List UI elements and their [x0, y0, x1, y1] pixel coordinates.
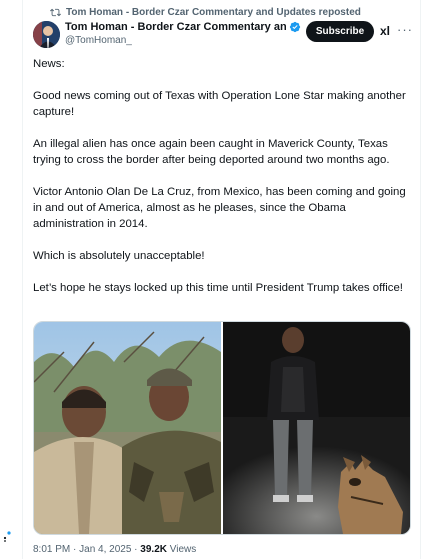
tweet-meta: 8:01 PM · Jan 4, 2025 · 39.2K Views: [33, 544, 196, 555]
tweet-paragraph: Which is absolutely unacceptable!: [33, 250, 205, 262]
timeline-left-border: [22, 0, 23, 559]
more-options-icon[interactable]: ···: [397, 22, 413, 37]
timeline-right-border: [420, 0, 421, 559]
photo-man-at-night-with-dog[interactable]: [223, 322, 410, 534]
tweet-paragraph: Good news coming out of Texas with Opera…: [33, 90, 406, 118]
tweet-date[interactable]: Jan 4, 2025: [79, 544, 131, 555]
repost-banner[interactable]: Tom Homan - Border Czar Commentary and U…: [50, 7, 361, 18]
views-label: Views: [166, 544, 197, 555]
tweet-paragraph: An illegal alien has once again been cau…: [33, 138, 390, 166]
tweet-media-grid[interactable]: [33, 321, 411, 535]
views-count: 39.2K: [140, 544, 167, 555]
author-handle[interactable]: @TomHoman_: [65, 35, 132, 46]
verified-badge-icon: [289, 21, 301, 33]
avatar-image: [33, 21, 60, 48]
author-name-row[interactable]: Tom Homan - Border Czar Commentary and U…: [65, 21, 301, 33]
loading-dots-icon: [3, 531, 11, 542]
repost-banner-text: Tom Homan - Border Czar Commentary and U…: [66, 7, 361, 18]
tweet-paragraph: Victor Antonio Olan De La Cruz, from Mex…: [33, 186, 406, 230]
grok-icon[interactable]: xl: [380, 24, 390, 38]
subscribe-button[interactable]: Subscribe: [306, 21, 374, 42]
photo-icon: [223, 322, 410, 534]
tweet-paragraph: Let’s hope he stays locked up this time …: [33, 282, 403, 294]
tweet-text: News: Good news coming out of Texas with…: [33, 56, 413, 312]
avatar[interactable]: [33, 21, 60, 48]
photo-icon: [34, 322, 221, 534]
meta-separator: ·: [131, 544, 141, 555]
tweet-time[interactable]: 8:01 PM: [33, 544, 70, 555]
photo-two-men-brush[interactable]: [34, 322, 221, 534]
author-name[interactable]: Tom Homan - Border Czar Commentary and U…: [65, 21, 286, 33]
tweet-paragraph: News:: [33, 58, 65, 70]
repost-icon: [50, 8, 61, 17]
meta-separator: ·: [70, 544, 80, 555]
